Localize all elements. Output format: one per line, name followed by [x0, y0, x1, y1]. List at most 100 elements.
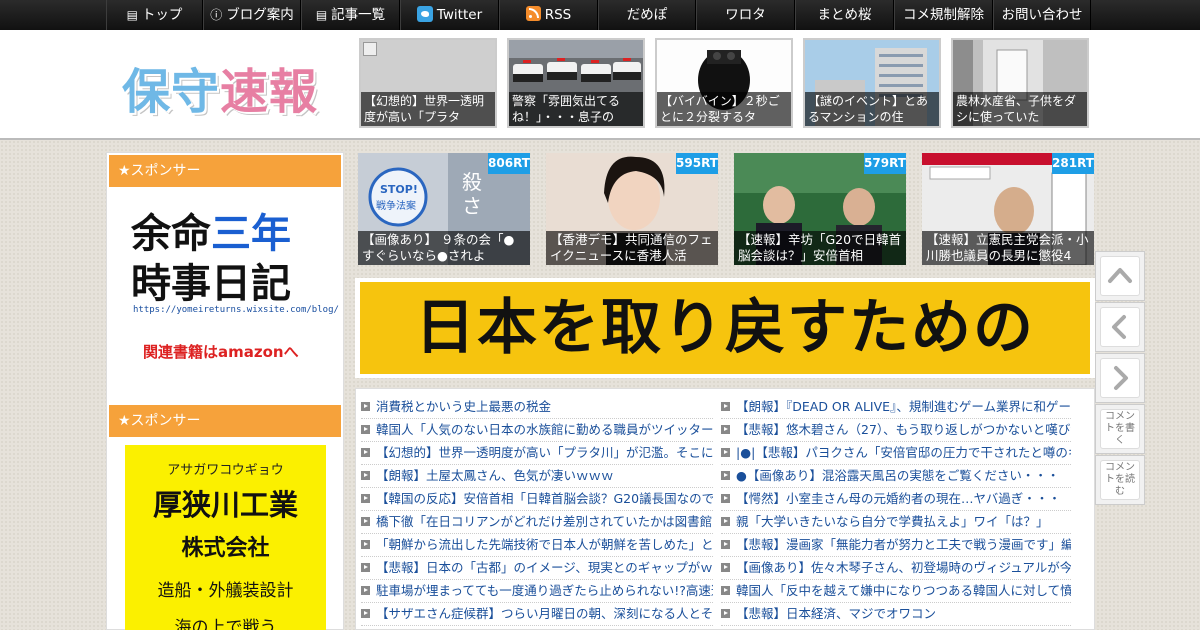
list-item[interactable]: |●|【悲報】パヨクさん「安倍官邸の圧力で干されたと噂のキャ	[721, 442, 1071, 465]
nav-item-comment-unblock[interactable]: コメ規制解除	[894, 0, 993, 30]
bullet-arrow-icon	[361, 540, 370, 549]
list-item[interactable]: 【韓国の反応】安倍首相「日韓首脳会談？G20議長国なので、	[361, 488, 713, 511]
nav-item-article-list[interactable]: ▤ 記事一覧	[301, 0, 400, 30]
chevron-right-icon	[1114, 366, 1128, 390]
header-thumb-4[interactable]: 【謎のイベント】とあるマンションの住	[803, 38, 941, 128]
logo-text-part1: 保守	[122, 64, 221, 120]
bullet-arrow-icon	[361, 586, 370, 595]
bullet-arrow-icon	[361, 563, 370, 572]
list-item[interactable]: 【悲報】漫画家「無能力者が努力と工夫で戦う漫画です」編集	[721, 534, 1071, 557]
top-nav-items: ▤ トップ ⓘ ブログ案内 ▤ 記事一覧 Twitter RSS だめぽ ワロタ まと…	[106, 0, 1091, 30]
nav-item-warota[interactable]: ワロタ	[696, 0, 795, 30]
button-face	[1100, 358, 1140, 398]
ad-slogan: 海の上で戦う	[174, 618, 277, 630]
list-item[interactable]: 【愕然】小室圭さん母の元婚約者の現在…ヤバ過ぎ・・・	[721, 488, 1071, 511]
bullet-arrow-icon	[361, 402, 370, 411]
list-item[interactable]: 韓国人「人気のない日本の水族館に勤める職員がツイッター投	[361, 419, 713, 442]
ad-company-type: 株式会社	[181, 536, 270, 561]
list-item-title: 親「大学いきたいなら自分で学費払えよ」ワイ「は？」	[736, 514, 1049, 529]
list-icon: ▤	[315, 8, 328, 22]
list-item[interactable]: 【朗報】土屋太鳳さん、色気が凄いｗｗｗ	[361, 465, 713, 488]
ad-amazon-link[interactable]: 関連書籍はamazonへ	[143, 341, 299, 362]
nav-label: コメ規制解除	[903, 7, 984, 23]
nav-label: お問い合わせ	[1001, 7, 1083, 23]
article-list-right: 【朗報】『DEAD OR ALIVE』、規制進むゲーム業界に和ゲー魂 【悲報】悠…	[721, 396, 1071, 626]
sponsor-heading: ★スポンサー	[109, 405, 341, 437]
header-thumb-1[interactable]: 【幻想的】世界一透明度が高い「プラタ	[359, 38, 497, 128]
read-comments-label: コメントを読む	[1105, 462, 1135, 497]
bullet-arrow-icon	[361, 494, 370, 503]
thumb-caption: 農林水産省、子供をダシに使っていた	[953, 92, 1087, 126]
bullet-arrow-icon	[721, 563, 730, 572]
list-item[interactable]: 駐車場が埋まってても一度通り過ぎたら止められない!?高速道	[361, 580, 713, 603]
nav-item-damepo[interactable]: だめぽ	[598, 0, 696, 30]
featured-caption: 【速報】辛坊「G20で日韓首脳会談は？」安倍首相	[734, 231, 906, 265]
featured-caption: 【速報】立憲民主党会派・小川勝也議員の長男に懲役4	[922, 231, 1094, 265]
bullet-arrow-icon	[721, 586, 730, 595]
list-item[interactable]: 消費税とかいう史上最悪の税金	[361, 396, 713, 419]
bullet-arrow-icon	[721, 494, 730, 503]
list-item[interactable]: 【朗報】『DEAD OR ALIVE』、規制進むゲーム業界に和ゲー魂	[721, 396, 1071, 419]
sponsor-ad-asagawa[interactable]: アサガワコウギョウ 厚狭川工業 株式会社 造船・外艤装設計 海の上で戦う	[125, 445, 326, 630]
nav-item-contact[interactable]: お問い合わせ	[993, 0, 1091, 30]
list-item-title: 韓国人「人気のない日本の水族館に勤める職員がツイッター投	[376, 422, 713, 437]
list-item-title: 【サザエさん症候群】つらい月曜日の朝、深刻になる人とそう	[376, 606, 713, 621]
header-thumb-2[interactable]: 警察「雰囲気出てるね！」・・・息子の	[507, 38, 645, 128]
retweet-count-badge: 806RT	[488, 153, 530, 174]
write-comment-button[interactable]: コメントを書く	[1095, 404, 1145, 454]
list-item[interactable]: 【サザエさん症候群】つらい月曜日の朝、深刻になる人とそう	[361, 603, 713, 626]
nav-label: だめぽ	[626, 7, 668, 23]
promo-banner[interactable]: 日本を取り戻すための	[355, 278, 1095, 378]
list-item-title: 韓国人「反中を越えて嫌中になりつつある韓国人に対して憤慨	[736, 583, 1071, 598]
button-face	[1100, 256, 1140, 296]
list-item[interactable]: 【画像あり】佐々木琴子さん、初登場時のヴィジュアルが今と	[721, 557, 1071, 580]
thumb-caption: 【謎のイベント】とあるマンションの住	[805, 92, 939, 126]
list-item-title: 【悲報】漫画家「無能力者が努力と工夫で戦う漫画です」編集	[736, 537, 1071, 552]
nav-item-twitter[interactable]: Twitter	[400, 0, 499, 30]
write-comment-label: コメントを書く	[1105, 411, 1135, 446]
list-item[interactable]: 橋下徹「在日コリアンがどれだけ差別されていたかは図書館に	[361, 511, 713, 534]
list-item-title: 消費税とかいう史上最悪の税金	[376, 399, 552, 414]
nav-label: ブログ案内	[226, 7, 294, 23]
list-item[interactable]: 【悲報】悠木碧さん（27）、もう取り返しがつかないと嘆び泣	[721, 419, 1071, 442]
thumb-caption: 【幻想的】世界一透明度が高い「プラタ	[361, 92, 495, 126]
bullet-arrow-icon	[721, 540, 730, 549]
sponsor-ad-yomei[interactable]: 余命三年 時事日記 https://yomeireturns.wixsite.c…	[107, 189, 343, 403]
nav-item-blog-guide[interactable]: ⓘ ブログ案内	[203, 0, 301, 30]
header-thumb-3[interactable]: 【バイバイン】２秒ごとに２分裂するタ	[655, 38, 793, 128]
twitter-icon	[416, 6, 433, 22]
featured-caption: 【画像あり】 ９条の会「●すぐらいなら●されよ	[358, 231, 530, 265]
prev-article-button[interactable]	[1095, 302, 1145, 352]
nav-label: RSS	[544, 7, 572, 23]
featured-caption: 【香港デモ】共同通信のフェイクニュースに香港人活	[546, 231, 718, 265]
list-item-title: 【幻想的】世界一透明度が高い「プラタ川」が氾濫。そこには	[376, 445, 713, 460]
retweet-count-badge: 595RT	[676, 153, 718, 174]
featured-article-1[interactable]: STOP! 戦争法案 殺 さ 806RT 【画像あり】 ９条の会「●すぐらいなら…	[358, 153, 530, 265]
chevron-up-icon	[1108, 268, 1132, 283]
bullet-arrow-icon	[361, 425, 370, 434]
site-logo[interactable]: 保守速報	[122, 52, 318, 122]
ad-service: 造船・外艤装設計	[157, 581, 294, 601]
list-item[interactable]: 「朝鮮から流出した先端技術で日本人が朝鮮を苦しめた」と韓	[361, 534, 713, 557]
list-item-title: 【愕然】小室圭さん母の元婚約者の現在…ヤバ過ぎ・・・	[736, 491, 1061, 506]
nav-item-rss[interactable]: RSS	[499, 0, 598, 30]
list-item[interactable]: 親「大学いきたいなら自分で学費払えよ」ワイ「は？」	[721, 511, 1071, 534]
read-comments-button[interactable]: コメントを読む	[1095, 455, 1145, 505]
featured-article-3[interactable]: 579RT 【速報】辛坊「G20で日韓首脳会談は？」安倍首相	[734, 153, 906, 265]
list-item[interactable]: 【悲報】日本の「古都」のイメージ、現実とのギャップがｗｗ	[361, 557, 713, 580]
bullet-arrow-icon	[721, 517, 730, 526]
header-thumb-5[interactable]: 農林水産省、子供をダシに使っていた	[951, 38, 1089, 128]
list-item[interactable]: 韓国人「反中を越えて嫌中になりつつある韓国人に対して憤慨	[721, 580, 1071, 603]
featured-article-4[interactable]: 281RT 【速報】立憲民主党会派・小川勝也議員の長男に懲役4	[922, 153, 1094, 265]
nav-item-matome-sakura[interactable]: まとめ桜	[795, 0, 894, 30]
ad-company-name: 厚狭川工業	[152, 488, 298, 522]
scroll-top-button[interactable]	[1095, 251, 1145, 301]
next-article-button[interactable]	[1095, 353, 1145, 403]
retweet-count-badge: 579RT	[864, 153, 906, 174]
list-item[interactable]: 【悲報】日本経済、マジでオワコン	[721, 603, 1071, 626]
svg-text:殺: 殺	[462, 170, 482, 194]
featured-article-2[interactable]: 595RT 【香港デモ】共同通信のフェイクニュースに香港人活	[546, 153, 718, 265]
list-item[interactable]: ●【画像あり】混浴露天風呂の実態をご覧ください・・・	[721, 465, 1071, 488]
nav-item-top[interactable]: ▤ トップ	[106, 0, 203, 30]
list-item[interactable]: 【幻想的】世界一透明度が高い「プラタ川」が氾濫。そこには	[361, 442, 713, 465]
